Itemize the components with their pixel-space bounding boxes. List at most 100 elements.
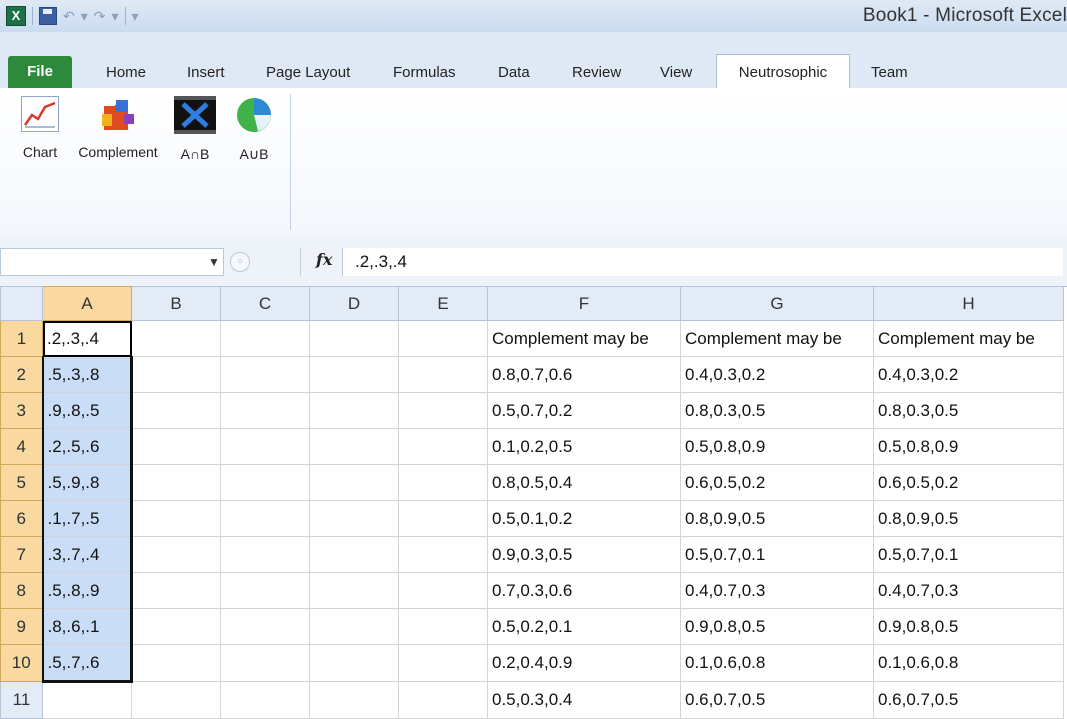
cell-G4[interactable]: 0.5,0.8,0.9 [680, 428, 874, 465]
cell-A5[interactable]: .5,.9,.8 [41, 464, 133, 501]
cell-A2[interactable]: .5,.3,.8 [41, 356, 133, 393]
cell-F4[interactable]: 0.1,0.2,0.5 [487, 428, 681, 465]
cell-G2[interactable]: 0.4,0.3,0.2 [680, 356, 874, 393]
cell[interactable] [131, 392, 221, 429]
redo-icon[interactable]: ↷ [94, 8, 106, 25]
cell[interactable] [309, 644, 399, 682]
cell-A6[interactable]: .1,.7,.5 [41, 500, 133, 537]
column-header-E[interactable]: E [398, 286, 488, 321]
select-all-corner[interactable] [0, 286, 43, 321]
cell[interactable] [131, 428, 221, 465]
cell-G11[interactable]: 0.6,0.7,0.5 [680, 681, 874, 719]
cell-F2[interactable]: 0.8,0.7,0.6 [487, 356, 681, 393]
cell-G9[interactable]: 0.9,0.8,0.5 [680, 608, 874, 645]
cell-H4[interactable]: 0.5,0.8,0.9 [873, 428, 1064, 465]
chart-button[interactable]: Chart [14, 96, 66, 160]
union-button[interactable]: A∪B [232, 96, 276, 163]
cell-H6[interactable]: 0.8,0.9,0.5 [873, 500, 1064, 537]
tab-page-layout[interactable]: Page Layout [266, 58, 350, 88]
cell[interactable] [398, 681, 488, 719]
row-header[interactable]: 3 [0, 392, 43, 429]
cell[interactable] [398, 320, 488, 357]
cell[interactable] [220, 356, 310, 393]
column-header-D[interactable]: D [309, 286, 399, 321]
row-header[interactable]: 6 [0, 500, 43, 537]
cell-A4[interactable]: .2,.5,.6 [41, 428, 133, 465]
column-header-A[interactable]: A [42, 286, 132, 321]
cell-F7[interactable]: 0.9,0.3,0.5 [487, 536, 681, 573]
cell-F8[interactable]: 0.7,0.3,0.6 [487, 572, 681, 609]
cell-G3[interactable]: 0.8,0.3,0.5 [680, 392, 874, 429]
cell[interactable] [309, 500, 399, 537]
cell-H7[interactable]: 0.5,0.7,0.1 [873, 536, 1064, 573]
cell-F6[interactable]: 0.5,0.1,0.2 [487, 500, 681, 537]
row-header[interactable]: 7 [0, 536, 43, 573]
undo-icon[interactable]: ↶ [63, 8, 75, 25]
formula-input[interactable]: .2,.3,.4 [342, 248, 1063, 276]
intersection-button[interactable]: A∩B [174, 96, 216, 162]
cell-H1[interactable]: Complement may be [873, 320, 1064, 357]
cell[interactable] [220, 681, 310, 719]
cell[interactable] [398, 392, 488, 429]
cell-H3[interactable]: 0.8,0.3,0.5 [873, 392, 1064, 429]
cell[interactable] [220, 608, 310, 645]
formula-expand-icon[interactable]: ○ [230, 252, 250, 272]
cell[interactable] [398, 572, 488, 609]
row-header[interactable]: 8 [0, 572, 43, 609]
tab-home[interactable]: Home [106, 58, 146, 88]
cell[interactable] [309, 608, 399, 645]
cell-G1[interactable]: Complement may be [680, 320, 874, 357]
row-header[interactable]: 1 [0, 320, 43, 357]
tab-team[interactable]: Team [871, 58, 908, 88]
cell[interactable] [309, 536, 399, 573]
cell[interactable] [309, 464, 399, 501]
tab-view[interactable]: View [660, 58, 692, 88]
tab-data[interactable]: Data [498, 58, 530, 88]
tab-review[interactable]: Review [572, 58, 621, 88]
row-header[interactable]: 9 [0, 608, 43, 645]
cell-A10[interactable]: .5,.7,.6 [41, 644, 133, 683]
tab-insert[interactable]: Insert [187, 58, 225, 88]
cell[interactable] [220, 500, 310, 537]
cell[interactable] [131, 572, 221, 609]
cell[interactable] [131, 500, 221, 537]
qat-dropdown-icon[interactable]: ▾ [81, 8, 88, 25]
cell[interactable] [131, 536, 221, 573]
cell-F11[interactable]: 0.5,0.3,0.4 [487, 681, 681, 719]
cell[interactable] [220, 320, 310, 357]
cell-G6[interactable]: 0.8,0.9,0.5 [680, 500, 874, 537]
cell[interactable] [131, 644, 221, 682]
cell[interactable] [220, 392, 310, 429]
cell-F10[interactable]: 0.2,0.4,0.9 [487, 644, 681, 682]
cell[interactable] [398, 500, 488, 537]
row-header[interactable]: 2 [0, 356, 43, 393]
column-header-H[interactable]: H [873, 286, 1064, 321]
tab-formulas[interactable]: Formulas [393, 58, 456, 88]
complement-button[interactable]: Complement [70, 96, 166, 160]
save-icon[interactable] [39, 7, 57, 25]
cell-H11[interactable]: 0.6,0.7,0.5 [873, 681, 1064, 719]
cell[interactable] [398, 536, 488, 573]
cell[interactable] [131, 608, 221, 645]
cell-A11[interactable] [42, 681, 132, 719]
cell[interactable] [220, 572, 310, 609]
cell[interactable] [131, 320, 221, 357]
cell-G10[interactable]: 0.1,0.6,0.8 [680, 644, 874, 682]
cell[interactable] [309, 572, 399, 609]
column-header-F[interactable]: F [487, 286, 681, 321]
column-header-B[interactable]: B [131, 286, 221, 321]
cell-H5[interactable]: 0.6,0.5,0.2 [873, 464, 1064, 501]
cell-A7[interactable]: .3,.7,.4 [41, 536, 133, 573]
cell[interactable] [398, 464, 488, 501]
row-header[interactable]: 11 [0, 681, 43, 719]
cell[interactable] [398, 356, 488, 393]
cell[interactable] [398, 608, 488, 645]
cell-G7[interactable]: 0.5,0.7,0.1 [680, 536, 874, 573]
column-header-G[interactable]: G [680, 286, 874, 321]
customize-qat-icon[interactable]: ▾ [132, 8, 139, 25]
cell[interactable] [220, 644, 310, 682]
tab-neutrosophic[interactable]: Neutrosophic [716, 54, 850, 89]
cell-A9[interactable]: .8,.6,.1 [41, 608, 133, 645]
cell[interactable] [309, 681, 399, 719]
cell-H2[interactable]: 0.4,0.3,0.2 [873, 356, 1064, 393]
